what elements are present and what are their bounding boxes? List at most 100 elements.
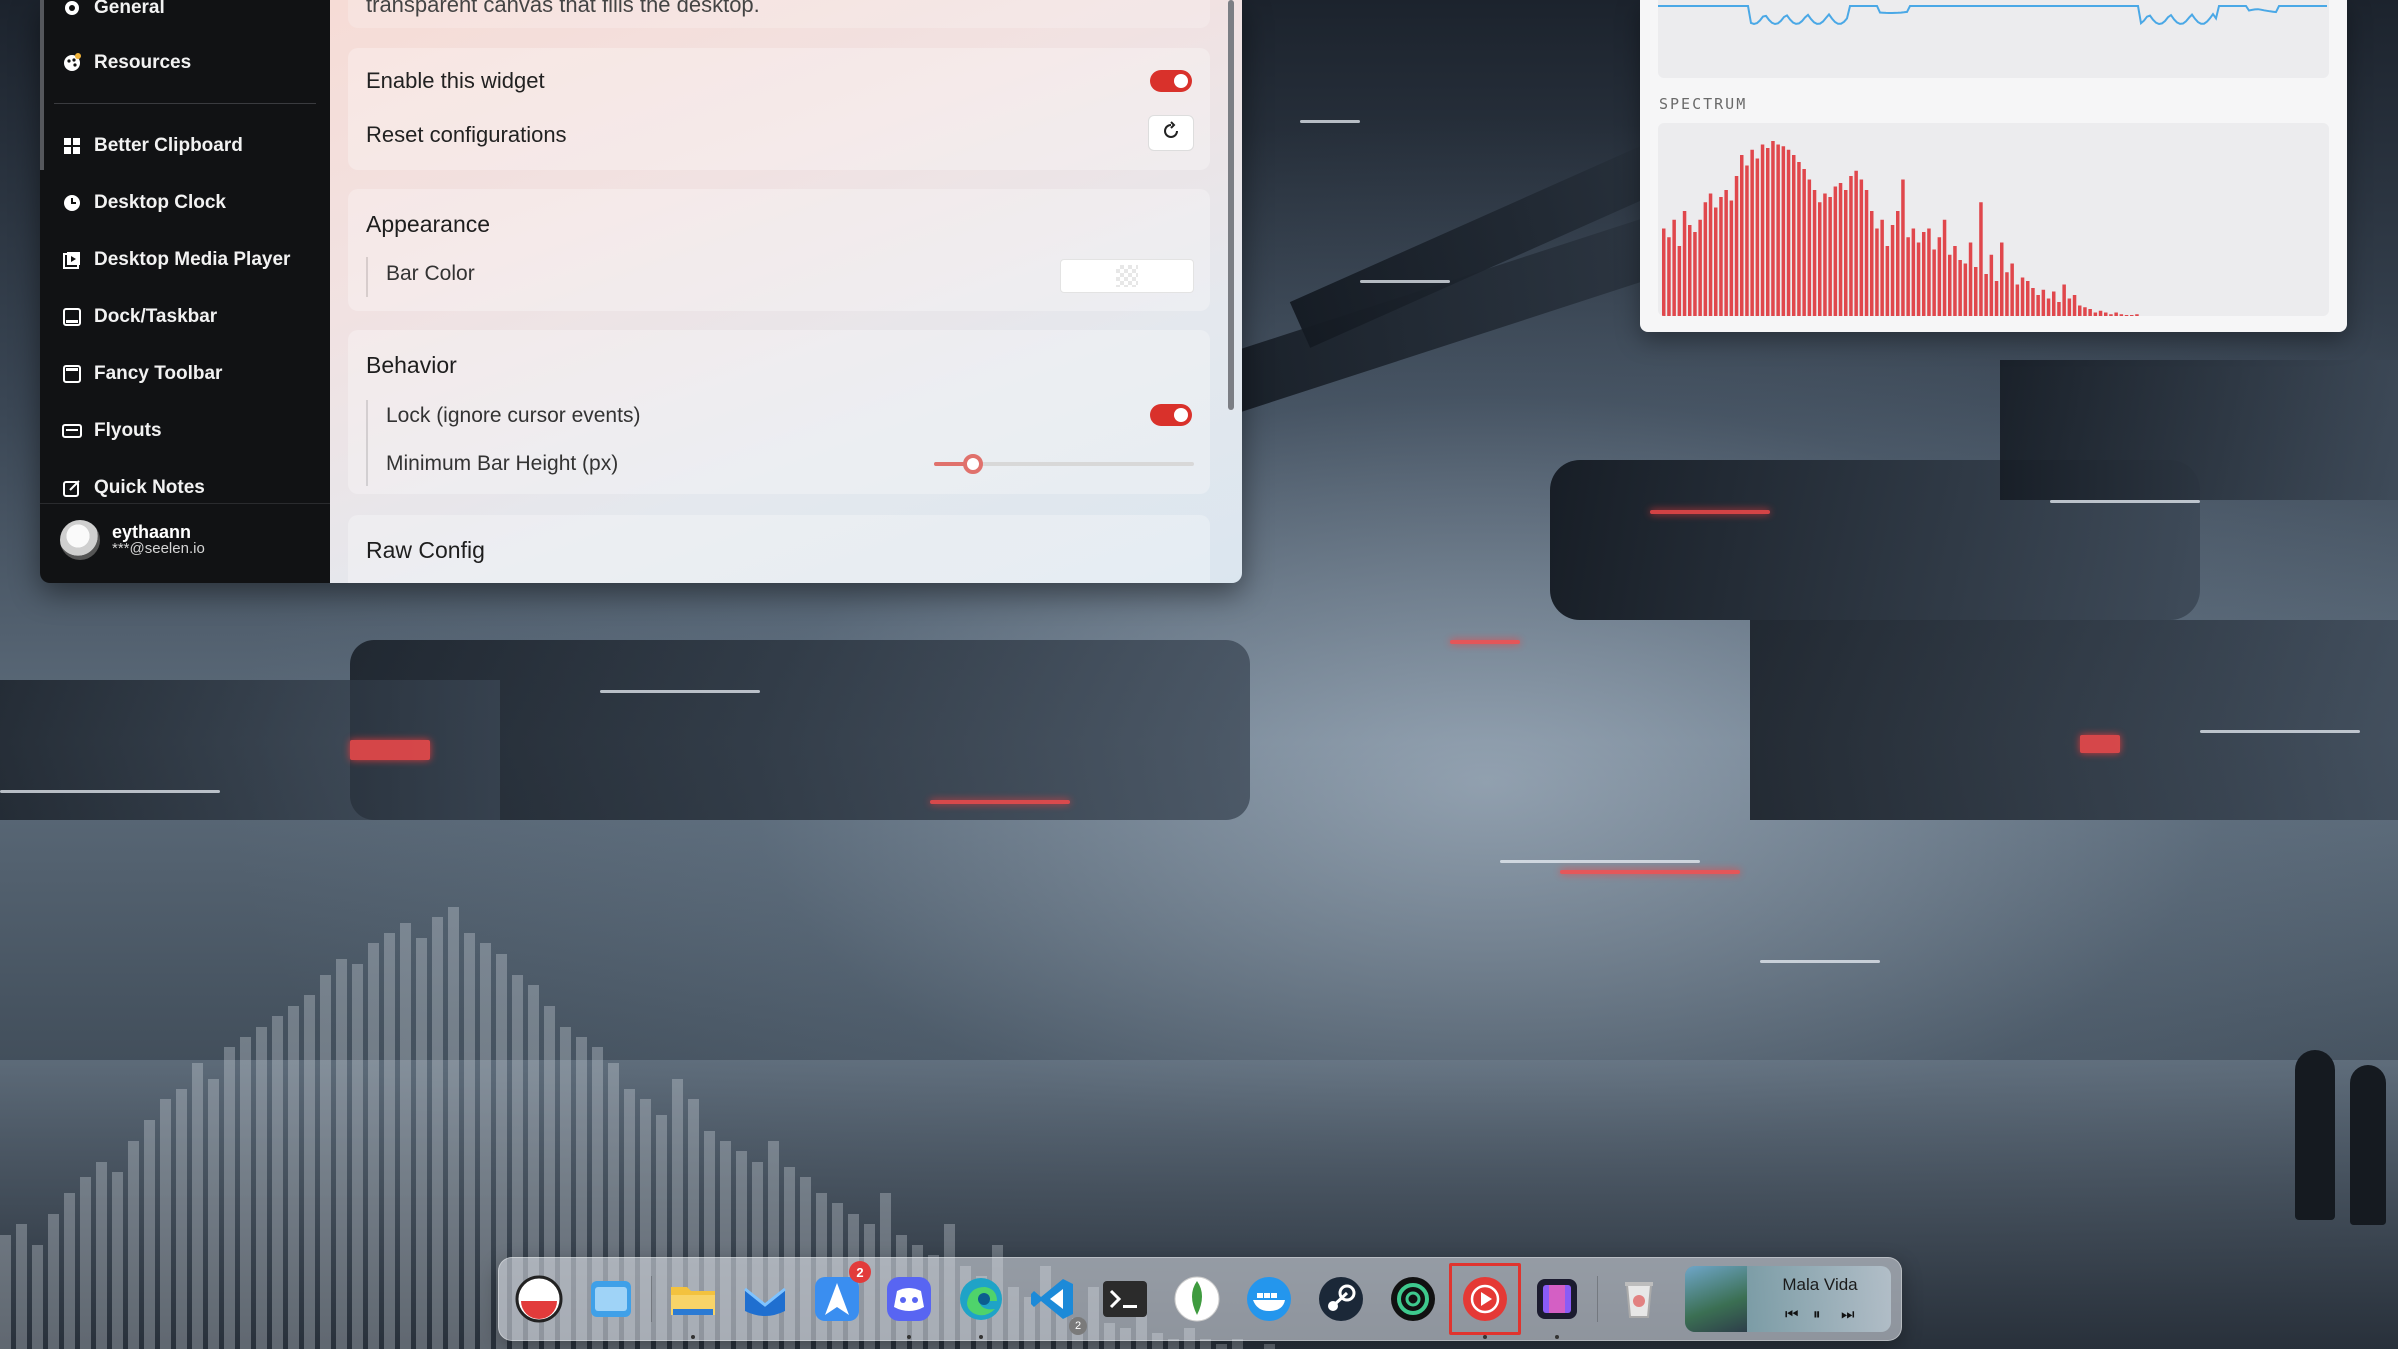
enable-widget-label: Enable this widget [366,68,545,93]
spectrum-bar [1766,148,1770,316]
media-title: Mala Vida [1782,1275,1858,1294]
spectrum-bar [1714,207,1718,316]
user-name: eythaann [112,522,192,542]
mail-icon [744,1287,786,1316]
enable-widget-toggle[interactable] [1150,70,1192,92]
dock-item-recycle-bin[interactable] [1609,1269,1669,1329]
visualizer-bar [160,1099,171,1349]
notes-icon [62,478,82,498]
reset-button[interactable] [1148,115,1194,151]
sidebar-item-general[interactable]: General [62,0,165,19]
sidebar-scrollbar[interactable] [40,0,44,170]
spectrum-bar [1890,225,1895,316]
visualizer-bar [368,943,379,1349]
discord-icon [887,1277,931,1321]
dock-item-window-app[interactable] [581,1269,641,1329]
raw-config-title: Raw Config [366,537,485,563]
spectrum-bar [1864,190,1869,316]
flyout-icon [62,421,82,441]
spectrum-bar [2067,298,2072,316]
spectrum-bar [2093,312,2098,316]
visualizer-bar [432,917,443,1349]
visualizer-bar [400,923,411,1349]
spectrum-bar [2041,289,2046,316]
dock-item-chatgpt[interactable] [1383,1269,1443,1329]
next-track-icon[interactable]: ⏭ [1841,1306,1855,1323]
dock-item-steam[interactable] [1311,1269,1371,1329]
spectrum-bar [2062,284,2066,316]
spectrum-bar [2130,315,2134,316]
sidebar-item-fancy-toolbar[interactable]: Fancy Toolbar [62,363,222,385]
dock-item-mail-app[interactable] [735,1269,795,1329]
spectrum-bar [1797,162,1801,316]
sidebar-item-better-clipboard[interactable]: Better Clipboard [62,135,243,157]
folder-icon [671,1287,715,1315]
settings-sidebar: General Resources Better Clipboard Deskt… [40,0,330,583]
sidebar-item-resources[interactable]: Resources [62,52,191,74]
media-player[interactable]: Mala Vida ⏮ ⏸ ⏭ [1685,1266,1891,1332]
sidebar-item-label: Better Clipboard [94,135,243,156]
previous-track-icon[interactable]: ⏮ [1785,1306,1799,1323]
sidebar-item-desktop-clock[interactable]: Desktop Clock [62,192,226,214]
content-scrollbar[interactable] [1228,0,1234,410]
docker-whale-icon [1247,1277,1291,1321]
dock-item-file-explorer[interactable] [663,1269,723,1339]
sidebar-item-label: General [94,0,165,18]
appearance-card: Appearance Bar Color [348,189,1210,311]
dock-item-figma[interactable] [1527,1269,1587,1339]
sidebar-item-desktop-media-player[interactable]: Desktop Media Player [62,249,290,271]
visualizer-bar [176,1089,187,1349]
spectrum-bar [1932,249,1936,316]
bar-color-picker[interactable] [1060,259,1194,293]
dock-item-seelen-ui[interactable] [509,1269,569,1329]
spectrum-bar [1807,179,1812,316]
dock-separator [651,1276,652,1322]
transparent-swatch [1116,265,1138,287]
spectrum-bar [1812,190,1817,316]
lock-toggle[interactable] [1150,404,1192,426]
spectrum-bar [1911,228,1916,316]
spectrum-bar [1750,149,1754,316]
reset-configurations-label: Reset configurations [366,122,567,147]
youtube-music-icon [1463,1277,1507,1321]
running-indicator [979,1335,983,1339]
spectrum-bar [1875,228,1879,316]
pause-icon[interactable]: ⏸ [1813,1306,1821,1323]
sidebar-item-quick-notes[interactable]: Quick Notes [62,477,205,499]
spectrum-bar [1979,202,1983,316]
grid-icon [62,136,82,156]
sidebar-item-flyouts[interactable]: Flyouts [62,420,162,442]
dock-item-edge[interactable] [951,1269,1011,1339]
spectrum-bar [2078,305,2082,316]
dock-item-terminal[interactable] [1095,1269,1155,1329]
recycle-bin-icon [1625,1282,1653,1318]
clock-icon [62,193,82,213]
dock-item-discord[interactable] [879,1269,939,1339]
dock-item-launcher-app[interactable]: 2 [807,1261,871,1329]
min-bar-height-slider[interactable] [934,454,1194,474]
spectrum-bar [1880,219,1884,316]
spectrum-bar [1870,211,1874,316]
sidebar-item-label: Flyouts [94,420,162,441]
dock-item-vscode[interactable]: 2 [1023,1269,1087,1335]
slider-thumb[interactable] [963,454,983,474]
spectrum-bar [1724,190,1728,316]
spectrum-bar [2010,263,2014,316]
spectrum-bar [1771,141,1775,316]
user-profile[interactable]: eythaann ***@seelen.io [60,520,205,560]
dock-item-docker[interactable] [1239,1269,1299,1329]
figma-icon [1537,1279,1577,1319]
dock-item-mongodb-compass[interactable] [1167,1269,1227,1329]
resources-widget[interactable]: SPECTRUM [1640,0,2347,332]
toolbar-icon [62,364,82,384]
spectrum-bar [2005,272,2009,316]
visualizer-bar [416,938,427,1349]
running-indicator [907,1335,911,1339]
raw-config-card: Raw Config [348,515,1210,583]
dock-item-youtube-music[interactable] [1455,1269,1515,1339]
sidebar-item-label: Quick Notes [94,477,205,498]
spectrum-bar [1916,242,1921,316]
spectrum-bar [2026,281,2030,316]
spectrum-bar [1984,274,1988,316]
sidebar-item-dock-taskbar[interactable]: Dock/Taskbar [62,306,217,328]
